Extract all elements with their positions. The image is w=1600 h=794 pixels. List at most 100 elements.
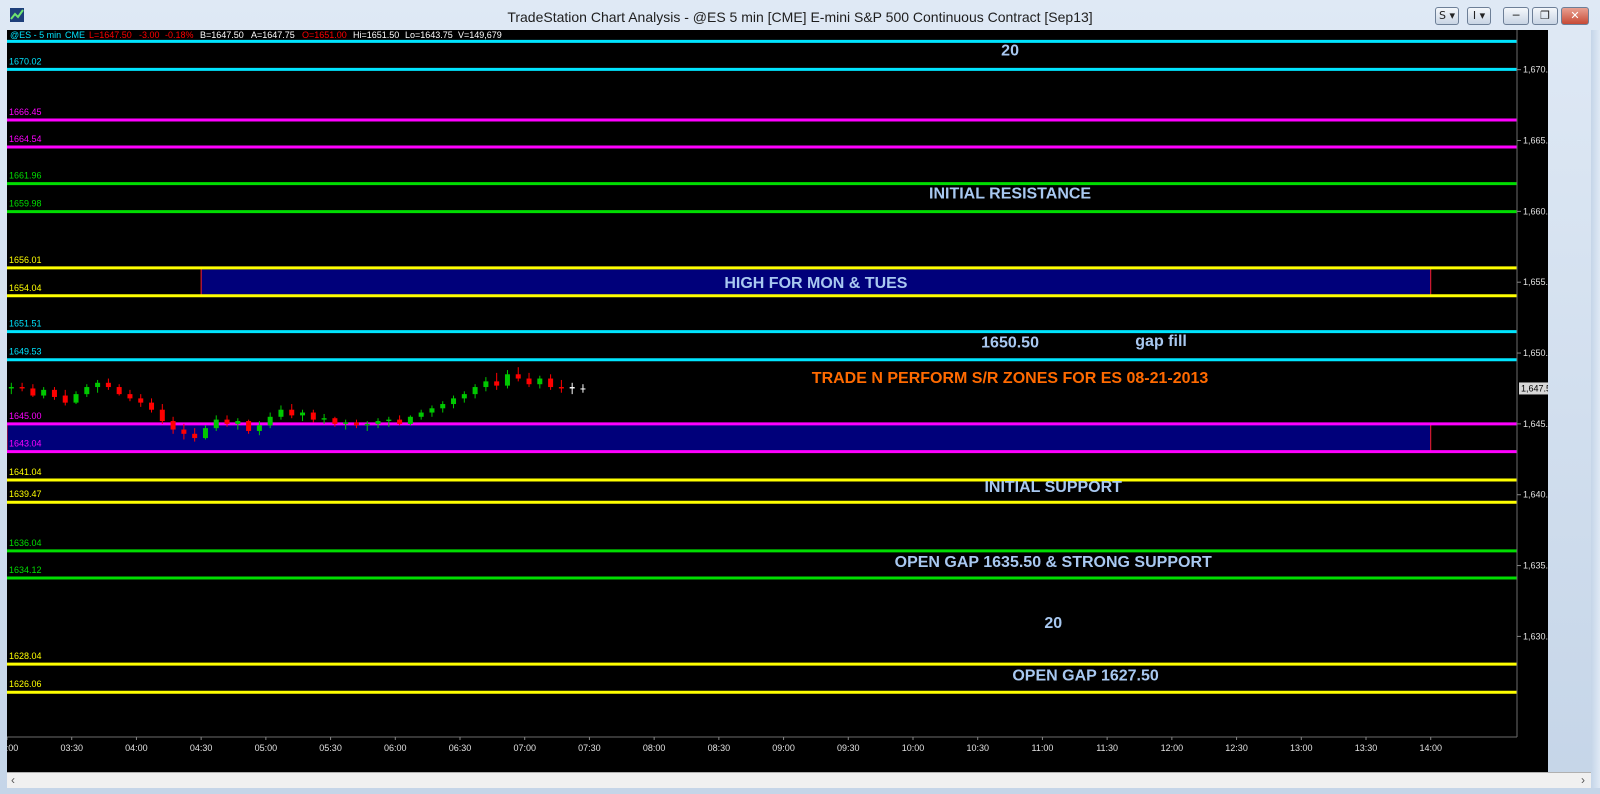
candlestick-chart[interactable]: HIGH FOR MON & TUES 1670.02 1666.45 1664.5… bbox=[7, 30, 1548, 772]
time-axis-label: 11:30 bbox=[1096, 743, 1118, 753]
candle-body bbox=[386, 419, 392, 422]
chart-annotation: INITIAL SUPPORT bbox=[984, 479, 1122, 496]
candle-body bbox=[138, 398, 144, 403]
minimize-button[interactable]: ─ bbox=[1503, 7, 1529, 25]
header-percent-change: -0.18% bbox=[165, 30, 194, 40]
candle-body bbox=[149, 402, 155, 410]
price-axis-label: 1,655.00 bbox=[1523, 277, 1548, 287]
time-axis-label: 03:30 bbox=[60, 743, 83, 753]
level-price-label: 1626.06 bbox=[9, 679, 42, 689]
close-button[interactable]: ✕ bbox=[1561, 7, 1589, 25]
window-right-border bbox=[1591, 30, 1600, 788]
header-high: Hi=1651.50 bbox=[353, 30, 399, 40]
chart-plot-area[interactable]: HIGH FOR MON & TUES 1670.02 1666.45 1664.5… bbox=[7, 30, 1548, 772]
candle-body bbox=[515, 374, 521, 379]
application-window: TradeStation Chart Analysis - @ES 5 min … bbox=[0, 0, 1600, 794]
price-axis-label: 1,645.00 bbox=[1523, 419, 1548, 429]
candle-body bbox=[224, 419, 230, 424]
candle-body bbox=[19, 387, 25, 389]
time-axis-label: 11:00 bbox=[1031, 743, 1053, 753]
zone-label: HIGH FOR MON & TUES bbox=[724, 275, 907, 292]
time-axis-label: 06:00 bbox=[384, 743, 407, 753]
time-axis-label: 09:30 bbox=[837, 743, 860, 753]
candle-body bbox=[170, 421, 176, 430]
candle-body bbox=[397, 419, 403, 424]
i-menu-button[interactable]: I ▾ bbox=[1467, 7, 1491, 25]
level-price-label: 1634.12 bbox=[9, 565, 42, 575]
candle-body bbox=[213, 419, 219, 429]
restore-button[interactable]: ❐ bbox=[1532, 7, 1558, 25]
time-axis-label: 07:30 bbox=[578, 743, 601, 753]
candle-body bbox=[192, 433, 198, 439]
candle-body bbox=[116, 387, 122, 395]
candle-body bbox=[343, 422, 349, 424]
candle-body bbox=[105, 382, 111, 388]
header-exchange: CME bbox=[65, 30, 85, 40]
header-open: O=1651.00 bbox=[302, 30, 347, 40]
header-last: L=1647.50 bbox=[89, 30, 132, 40]
level-price-label: 1670.02 bbox=[9, 56, 42, 66]
time-axis-label: 05:00 bbox=[255, 743, 278, 753]
candle-body bbox=[159, 409, 165, 422]
candle-body bbox=[95, 382, 101, 388]
title-bar[interactable]: TradeStation Chart Analysis - @ES 5 min … bbox=[0, 0, 1600, 32]
level-price-label: 1636.04 bbox=[9, 538, 42, 548]
header-ask: A=1647.75 bbox=[251, 30, 295, 40]
candle-body bbox=[246, 421, 252, 431]
price-axis-label: 1,640.00 bbox=[1523, 490, 1548, 500]
time-axis-label: 07:00 bbox=[513, 743, 536, 753]
scroll-right-arrow-icon[interactable]: › bbox=[1581, 773, 1585, 787]
candle-body bbox=[375, 421, 381, 424]
candle-body bbox=[569, 387, 575, 389]
candle-body bbox=[202, 428, 208, 439]
level-price-label: 1643.04 bbox=[9, 439, 42, 449]
candle-body bbox=[321, 418, 327, 420]
candle-body bbox=[418, 412, 424, 417]
level-price-label: 1656.01 bbox=[9, 255, 42, 265]
candle-body bbox=[526, 378, 532, 385]
s-menu-button[interactable]: S ▾ bbox=[1435, 7, 1459, 25]
header-volume: V=149,679 bbox=[458, 30, 502, 40]
candle-body bbox=[310, 412, 316, 420]
candle-body bbox=[30, 388, 36, 396]
time-axis-label: 08:00 bbox=[643, 743, 666, 753]
time-axis-label: 09:00 bbox=[772, 743, 795, 753]
window-title: TradeStation Chart Analysis - @ES 5 min … bbox=[507, 9, 1093, 25]
candle-body bbox=[494, 381, 500, 386]
chart-annotation: 1650.50 bbox=[981, 334, 1039, 351]
chart-annotation: gap fill bbox=[1135, 333, 1187, 350]
candle-body bbox=[8, 387, 14, 389]
time-axis-label: 13:30 bbox=[1355, 743, 1378, 753]
candle-body bbox=[407, 416, 413, 424]
level-price-label: 1628.04 bbox=[9, 651, 42, 661]
candle-body bbox=[278, 409, 284, 417]
quote-header: @ES - 5 min CME L=1647.50 -3.00 -0.18% B… bbox=[10, 30, 502, 40]
candle-body bbox=[300, 412, 306, 416]
chart-annotation: OPEN GAP 1635.50 & STRONG SUPPORT bbox=[895, 554, 1212, 571]
candle-body bbox=[332, 418, 338, 424]
time-axis-label: 06:30 bbox=[449, 743, 472, 753]
price-axis-label: 1,660.00 bbox=[1523, 206, 1548, 216]
chart-annotation: 20 bbox=[1044, 615, 1062, 632]
candle-body bbox=[537, 378, 543, 385]
candle-body bbox=[181, 429, 187, 434]
candle-body bbox=[62, 395, 68, 403]
level-price-label: 1661.96 bbox=[9, 171, 42, 181]
time-axis-label: 13:00 bbox=[1290, 743, 1313, 753]
horizontal-scrollbar[interactable]: ‹ › bbox=[7, 772, 1591, 788]
sr-zone-box bbox=[7, 423, 1432, 453]
price-axis-label: 1,665.00 bbox=[1523, 136, 1548, 146]
chart-annotation: 20 bbox=[1001, 43, 1019, 60]
candle-body bbox=[41, 389, 47, 396]
candle-body bbox=[267, 416, 273, 426]
price-axis-label: 1,635.00 bbox=[1523, 561, 1548, 571]
scroll-left-arrow-icon[interactable]: ‹ bbox=[11, 773, 15, 787]
level-price-label: 1645.00 bbox=[9, 411, 42, 421]
candle-body bbox=[440, 404, 446, 409]
level-price-label: 1649.53 bbox=[9, 347, 42, 357]
candle-body bbox=[235, 421, 241, 424]
time-axis-label: 14:00 bbox=[1419, 743, 1442, 753]
candle-body bbox=[472, 387, 478, 395]
candle-body bbox=[73, 394, 79, 403]
chart-annotation: INITIAL RESISTANCE bbox=[929, 186, 1091, 203]
